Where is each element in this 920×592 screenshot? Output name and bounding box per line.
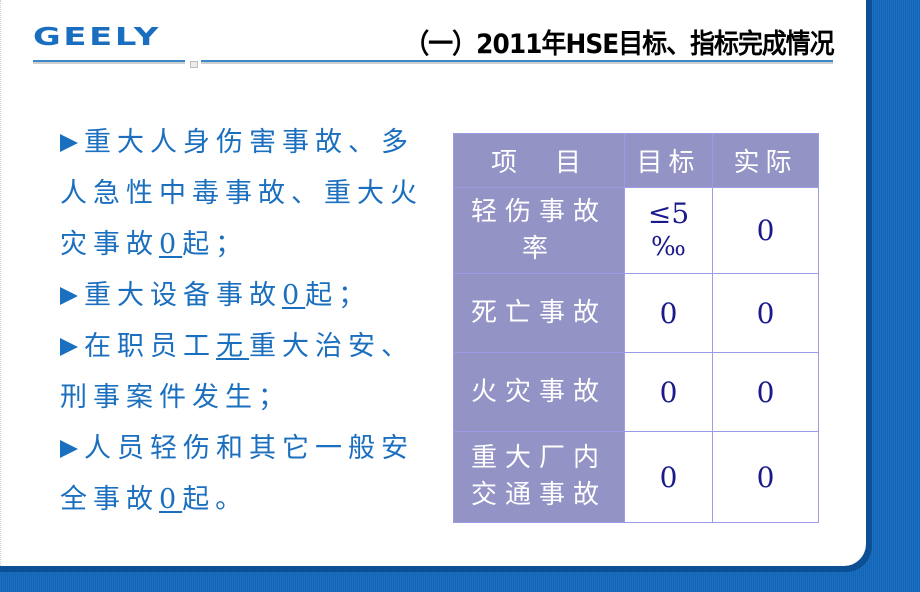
row-target: 0 — [624, 431, 713, 523]
highlighted-value: 0 — [159, 484, 183, 515]
row-target: ≤5 ‰ — [624, 187, 713, 274]
row-target-unit: ‰ — [651, 232, 686, 262]
row-actual: 0 — [712, 352, 819, 432]
row-item-line: 重大厂内 — [470, 443, 607, 473]
row-target: 0 — [624, 352, 713, 432]
row-item-line: 轻伤事故 — [470, 196, 607, 227]
bullet-text: 重大治安、 — [249, 331, 414, 362]
bullet-line: 刑事案件发生； — [60, 372, 430, 423]
bullet-text: 重大设备事故 — [84, 280, 282, 311]
bullet-text: 人急性中毒事故、重大火 — [60, 178, 423, 209]
highlighted-value: 无 — [216, 331, 249, 362]
row-item: 重大厂内 交通事故 — [453, 431, 625, 523]
row-item-line: 交通事故 — [470, 480, 607, 510]
bullet-line: 重大人身伤害事故、多 — [60, 117, 430, 168]
header-target: 目标 — [624, 133, 713, 188]
highlighted-value: 0 — [282, 280, 306, 311]
bullet-line: 灾事故0起； — [60, 219, 430, 270]
row-item-line: 死亡事故 — [470, 297, 607, 328]
bullet-text: 重大人身伤害事故、多 — [84, 127, 414, 158]
header-item: 项 目 — [453, 133, 625, 188]
arrow-bullet-icon — [60, 440, 78, 458]
bullet-line: 人急性中毒事故、重大火 — [60, 168, 430, 219]
row-item-line: 火灾事故 — [470, 376, 607, 407]
row-target: 0 — [624, 273, 713, 353]
table-row: 重大厂内 交通事故 0 0 — [453, 431, 819, 523]
row-item-line: 率 — [521, 233, 556, 264]
hse-targets-table: 项 目 目标 实际 轻伤事故 率 ≤5 ‰ 0 死亡事故 0 0 火灾事故 0 … — [453, 133, 819, 523]
geely-logo: GEELY — [33, 22, 162, 51]
bullet-line: 重大设备事故0起； — [60, 270, 430, 321]
table-row: 死亡事故 0 0 — [453, 273, 819, 353]
row-actual: 0 — [712, 273, 819, 353]
table-row: 火灾事故 0 0 — [453, 352, 819, 432]
table-header-row: 项 目 目标 实际 — [453, 133, 819, 188]
highlighted-value: 0 — [159, 229, 183, 260]
bullet-text: 起。 — [182, 484, 249, 515]
table-row: 轻伤事故 率 ≤5 ‰ 0 — [453, 187, 819, 274]
bullet-text: 在职员工 — [84, 331, 216, 362]
slide-title: （一）2011年HSE目标、指标完成情况 — [404, 29, 835, 60]
arrow-bullet-icon — [60, 338, 78, 356]
row-target-line: ≤5 — [647, 197, 690, 230]
bullet-line: 在职员工无重大治安、 — [60, 321, 430, 372]
bullet-text: 起； — [305, 280, 372, 311]
bullet-text: 全事故 — [60, 484, 159, 515]
header-divider-mark — [190, 61, 198, 68]
bullet-text: 刑事案件发生； — [60, 382, 291, 413]
row-actual: 0 — [712, 187, 819, 274]
row-item: 死亡事故 — [453, 273, 625, 353]
bullet-text: 灾事故 — [60, 229, 159, 260]
bullet-text: 起； — [182, 229, 249, 260]
row-item: 火灾事故 — [453, 352, 625, 432]
bullet-line: 全事故0起。 — [60, 474, 430, 525]
header-actual: 实际 — [712, 133, 819, 188]
bullet-list: 重大人身伤害事故、多 人急性中毒事故、重大火 灾事故0起； 重大设备事故0起； 在职员工… — [60, 117, 430, 525]
row-actual: 0 — [712, 431, 819, 523]
arrow-bullet-icon — [60, 287, 78, 305]
bullet-text: 人员轻伤和其它一般安 — [84, 433, 414, 464]
arrow-bullet-icon — [60, 134, 78, 152]
bullet-line: 人员轻伤和其它一般安 — [60, 423, 430, 474]
row-item: 轻伤事故 率 — [453, 187, 625, 274]
header-divider-left — [33, 60, 185, 64]
